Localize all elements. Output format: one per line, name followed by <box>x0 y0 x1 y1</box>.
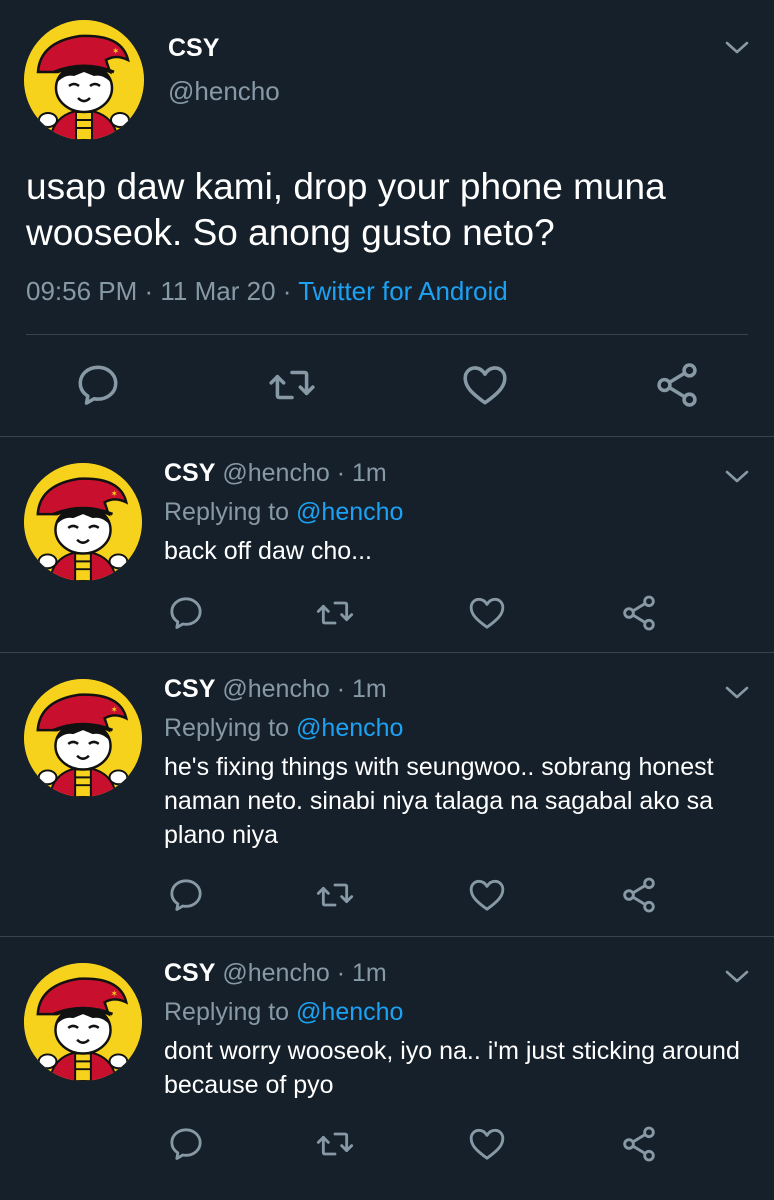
tweet-text: usap daw kami, drop your phone muna woos… <box>26 166 666 253</box>
like-button[interactable] <box>467 875 507 915</box>
like-button[interactable] <box>460 360 510 410</box>
retweet-button[interactable] <box>315 593 355 633</box>
chevron-down-icon[interactable] <box>722 38 752 58</box>
retweet-icon <box>315 593 355 633</box>
retweet-icon <box>267 360 317 410</box>
replying-to-label: Replying to <box>164 498 297 526</box>
main-tweet: CSY @hencho usap daw kami, drop your pho… <box>0 0 774 436</box>
comment-icon <box>166 875 206 915</box>
heart-icon <box>467 593 507 633</box>
avatar[interactable] <box>24 963 142 1081</box>
reply-button[interactable] <box>166 875 206 915</box>
replying-to: Replying to @hencho <box>164 498 403 527</box>
meta-separator: · <box>336 959 346 987</box>
avatar[interactable] <box>24 20 144 140</box>
replying-to-label: Replying to <box>164 998 297 1026</box>
user-handle[interactable]: @hencho <box>168 76 280 107</box>
reply-header: CSY @hencho · 1m <box>164 675 387 704</box>
avatar-image <box>24 679 142 797</box>
retweet-button[interactable] <box>315 1124 355 1164</box>
reply-tweet[interactable]: CSY @hencho · 1m Replying to @hencho he'… <box>0 653 774 936</box>
heart-icon <box>467 875 507 915</box>
mention-link[interactable]: @hencho <box>296 998 403 1026</box>
comment-icon <box>166 1124 206 1164</box>
retweet-button[interactable] <box>315 875 355 915</box>
tweet-text: dont worry wooseok, iyo na.. i'm just st… <box>164 1037 740 1099</box>
reply-header: CSY @hencho · 1m <box>164 959 387 988</box>
reply-button[interactable] <box>166 1124 206 1164</box>
avatar-image <box>24 963 142 1081</box>
comment-icon <box>166 593 206 633</box>
replying-to: Replying to @hencho <box>164 714 403 743</box>
tweet-time[interactable]: 1m <box>352 459 387 487</box>
replying-to: Replying to @hencho <box>164 998 403 1027</box>
share-button[interactable] <box>619 875 659 915</box>
avatar[interactable] <box>24 679 142 797</box>
display-name[interactable]: CSY <box>168 34 219 63</box>
tweet-text: he's fixing things with seungwoo.. sobra… <box>164 753 714 849</box>
share-icon <box>619 875 659 915</box>
share-button[interactable] <box>652 360 702 410</box>
share-button[interactable] <box>619 593 659 633</box>
display-name[interactable]: CSY <box>164 675 215 703</box>
avatar-image <box>24 463 142 581</box>
user-handle[interactable]: @hencho <box>222 675 329 703</box>
reply-header: CSY @hencho · 1m <box>164 459 387 488</box>
like-button[interactable] <box>467 1124 507 1164</box>
tweet-meta: 09:56 PM · 11 Mar 20 · Twitter for Andro… <box>26 276 508 307</box>
avatar[interactable] <box>24 463 142 581</box>
tweet-time[interactable]: 1m <box>352 959 387 987</box>
tweet-time: 09:56 PM <box>26 276 138 306</box>
meta-separator: · <box>275 276 299 306</box>
share-icon <box>619 593 659 633</box>
share-icon <box>652 360 702 410</box>
tweet-time[interactable]: 1m <box>352 675 387 703</box>
retweet-icon <box>315 875 355 915</box>
chevron-down-icon[interactable] <box>722 967 752 987</box>
display-name[interactable]: CSY <box>164 959 215 987</box>
tweet-source-link[interactable]: Twitter for Android <box>298 276 508 306</box>
chevron-down-icon[interactable] <box>722 683 752 703</box>
reply-button[interactable] <box>73 360 123 410</box>
user-handle[interactable]: @hencho <box>222 959 329 987</box>
mention-link[interactable]: @hencho <box>296 498 403 526</box>
user-handle[interactable]: @hencho <box>222 459 329 487</box>
like-button[interactable] <box>467 593 507 633</box>
chevron-down-icon[interactable] <box>722 467 752 487</box>
heart-icon <box>467 1124 507 1164</box>
tweet-date: 11 Mar 20 <box>160 276 276 306</box>
comment-icon <box>73 360 123 410</box>
avatar-image <box>24 20 144 140</box>
heart-icon <box>460 360 510 410</box>
display-name[interactable]: CSY <box>164 459 215 487</box>
mention-link[interactable]: @hencho <box>296 714 403 742</box>
meta-separator: · <box>137 276 161 306</box>
tweet-text: back off daw cho... <box>164 537 372 565</box>
meta-separator: · <box>336 675 346 703</box>
reply-button[interactable] <box>166 593 206 633</box>
reply-tweet[interactable]: CSY @hencho · 1m Replying to @hencho don… <box>0 937 774 1200</box>
share-button[interactable] <box>619 1124 659 1164</box>
replying-to-label: Replying to <box>164 714 297 742</box>
retweet-button[interactable] <box>267 360 317 410</box>
retweet-icon <box>315 1124 355 1164</box>
reply-tweet[interactable]: CSY @hencho · 1m Replying to @hencho bac… <box>0 437 774 652</box>
share-icon <box>619 1124 659 1164</box>
meta-separator: · <box>336 459 346 487</box>
divider <box>26 334 748 335</box>
